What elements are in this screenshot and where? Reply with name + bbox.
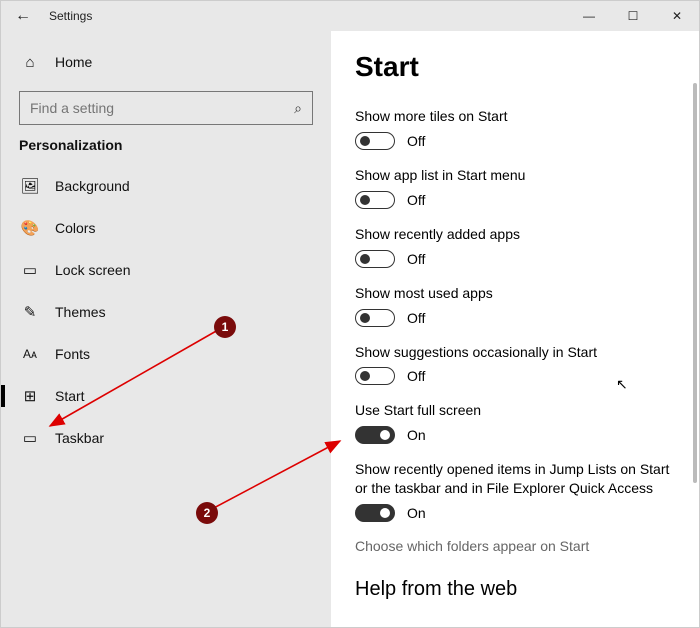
- annotation-badge-1: 1: [214, 316, 236, 338]
- toggle-suggestions[interactable]: [355, 367, 395, 385]
- back-button[interactable]: ←: [1, 7, 45, 25]
- search-input[interactable]: [30, 100, 294, 116]
- toggle-state: On: [407, 427, 426, 443]
- sidebar-item-label: Fonts: [55, 346, 90, 362]
- setting-more-tiles: Show more tiles on Start Off: [355, 107, 675, 150]
- lock-screen-icon: ▭: [19, 261, 41, 279]
- main-panel: Start Show more tiles on Start Off Show …: [331, 31, 699, 627]
- help-subhead: Help from the web: [355, 578, 675, 601]
- picture-icon: 🖼: [19, 177, 41, 195]
- home-icon: ⌂: [19, 54, 41, 71]
- search-box[interactable]: ⌕: [19, 91, 313, 125]
- home-nav[interactable]: ⌂ Home: [1, 41, 331, 83]
- taskbar-icon: ▭: [19, 429, 41, 447]
- category-label: Personalization: [19, 137, 313, 153]
- toggle-most-used[interactable]: [355, 309, 395, 327]
- minimize-button[interactable]: —: [567, 1, 611, 31]
- sidebar-item-themes[interactable]: ✎ Themes: [1, 291, 331, 333]
- sidebar-item-label: Themes: [55, 304, 106, 320]
- sidebar-item-label: Taskbar: [55, 430, 104, 446]
- annotation-badge-2: 2: [196, 502, 218, 524]
- themes-icon: ✎: [19, 303, 41, 321]
- toggle-state: Off: [407, 368, 425, 384]
- setting-recently-added: Show recently added apps Off: [355, 225, 675, 268]
- sidebar-item-label: Background: [55, 178, 130, 194]
- search-icon: ⌕: [294, 100, 302, 117]
- scrollbar[interactable]: [693, 83, 697, 483]
- toggle-full-screen[interactable]: [355, 426, 395, 444]
- setting-jump-lists: Show recently opened items in Jump Lists…: [355, 460, 675, 522]
- setting-label: Show recently opened items in Jump Lists…: [355, 460, 675, 498]
- palette-icon: 🎨: [19, 219, 41, 237]
- sidebar-item-fonts[interactable]: Aᴀ Fonts: [1, 333, 331, 375]
- cursor-icon: ↖: [616, 376, 628, 393]
- toggle-jump-lists[interactable]: [355, 504, 395, 522]
- setting-most-used: Show most used apps Off: [355, 284, 675, 327]
- setting-label: Show suggestions occasionally in Start: [355, 343, 675, 362]
- toggle-recently-added[interactable]: [355, 250, 395, 268]
- setting-full-screen: Use Start full screen On: [355, 401, 675, 444]
- window-title: Settings: [49, 9, 92, 23]
- sidebar-item-lock-screen[interactable]: ▭ Lock screen: [1, 249, 331, 291]
- home-label: Home: [55, 54, 92, 70]
- sidebar-item-label: Colors: [55, 220, 95, 236]
- sidebar-item-label: Start: [55, 388, 85, 404]
- folders-link[interactable]: Choose which folders appear on Start: [355, 538, 675, 554]
- setting-label: Show more tiles on Start: [355, 107, 675, 126]
- setting-label: Use Start full screen: [355, 401, 675, 420]
- setting-label: Show most used apps: [355, 284, 675, 303]
- sidebar-item-background[interactable]: 🖼 Background: [1, 165, 331, 207]
- setting-label: Show app list in Start menu: [355, 166, 675, 185]
- toggle-state: Off: [407, 133, 425, 149]
- toggle-state: On: [407, 505, 426, 521]
- toggle-more-tiles[interactable]: [355, 132, 395, 150]
- page-title: Start: [355, 51, 675, 83]
- toggle-app-list[interactable]: [355, 191, 395, 209]
- titlebar: ← Settings — ☐ ✕: [1, 1, 699, 31]
- sidebar: ⌂ Home ⌕ Personalization 🖼 Background 🎨 …: [1, 31, 331, 627]
- setting-app-list: Show app list in Start menu Off: [355, 166, 675, 209]
- close-button[interactable]: ✕: [655, 1, 699, 31]
- sidebar-item-taskbar[interactable]: ▭ Taskbar: [1, 417, 331, 459]
- sidebar-item-start[interactable]: ⊞ Start: [1, 375, 331, 417]
- toggle-state: Off: [407, 192, 425, 208]
- sidebar-item-label: Lock screen: [55, 262, 130, 278]
- toggle-state: Off: [407, 310, 425, 326]
- sidebar-item-colors[interactable]: 🎨 Colors: [1, 207, 331, 249]
- maximize-button[interactable]: ☐: [611, 1, 655, 31]
- fonts-icon: Aᴀ: [19, 347, 41, 361]
- start-icon: ⊞: [19, 387, 41, 405]
- setting-label: Show recently added apps: [355, 225, 675, 244]
- toggle-state: Off: [407, 251, 425, 267]
